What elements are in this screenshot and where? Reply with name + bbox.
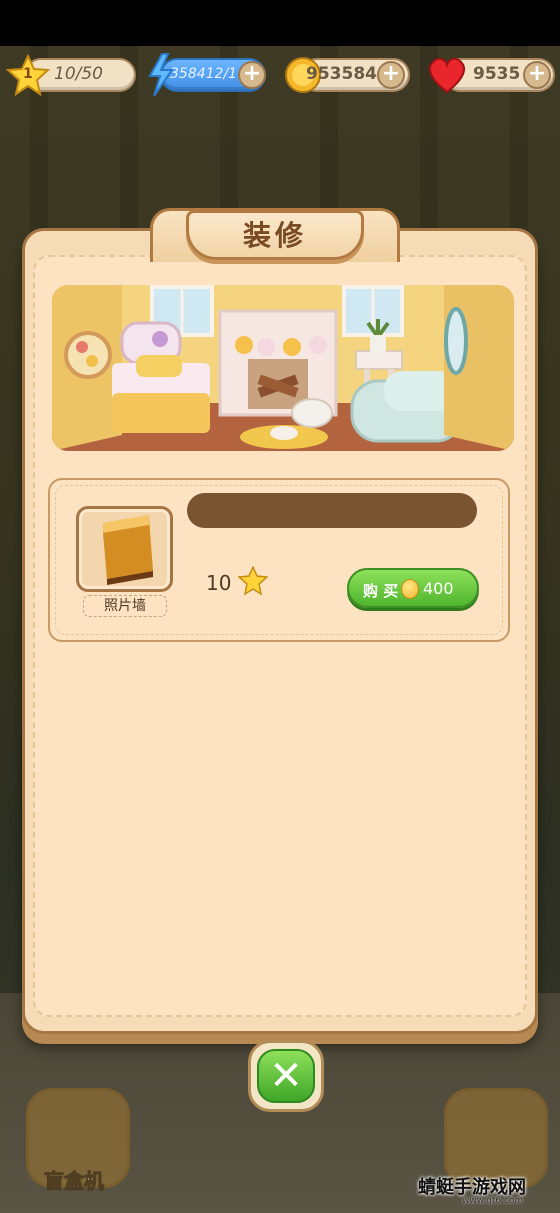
item-title-bar: [187, 493, 477, 528]
item-thumbnail[interactable]: [76, 506, 173, 592]
add-energy-button[interactable]: +: [238, 61, 266, 89]
popup-title: 装修: [242, 219, 307, 252]
coins-value: 953584: [306, 64, 377, 84]
coin-icon: [401, 579, 419, 599]
star-cost-value: 10: [206, 571, 232, 595]
room-preview-image: [52, 285, 514, 451]
add-hearts-button[interactable]: +: [523, 61, 551, 89]
buy-label: 购 买: [363, 582, 399, 600]
add-coins-button[interactable]: +: [377, 61, 405, 89]
energy-counter: 358412/1 +: [146, 53, 268, 97]
hearts-value: 9535: [473, 64, 521, 84]
item-name: 照片墙: [83, 595, 167, 617]
status-bar: [0, 0, 560, 46]
star-icon: [237, 565, 269, 596]
hearts-counter: 9535 +: [425, 57, 555, 94]
photo-wall-icon: [103, 515, 153, 585]
energy-value: 358412/1: [170, 66, 238, 82]
buy-price: 400: [423, 579, 454, 598]
level-number: 1: [23, 66, 33, 82]
stars-counter: 1 10/50: [6, 54, 136, 96]
close-button[interactable]: ✕: [248, 1040, 324, 1112]
watermark-url: www.qt6.com: [462, 1196, 524, 1206]
blind-box-label: 盲盒机: [44, 1169, 105, 1194]
star-cost: 10: [206, 565, 269, 596]
heart-icon: [429, 57, 465, 94]
buy-button[interactable]: 购 买 400: [347, 568, 479, 608]
close-icon: ✕: [257, 1049, 315, 1103]
stars-value: 10/50: [54, 64, 103, 84]
coins-counter: 953584 +: [284, 57, 410, 93]
